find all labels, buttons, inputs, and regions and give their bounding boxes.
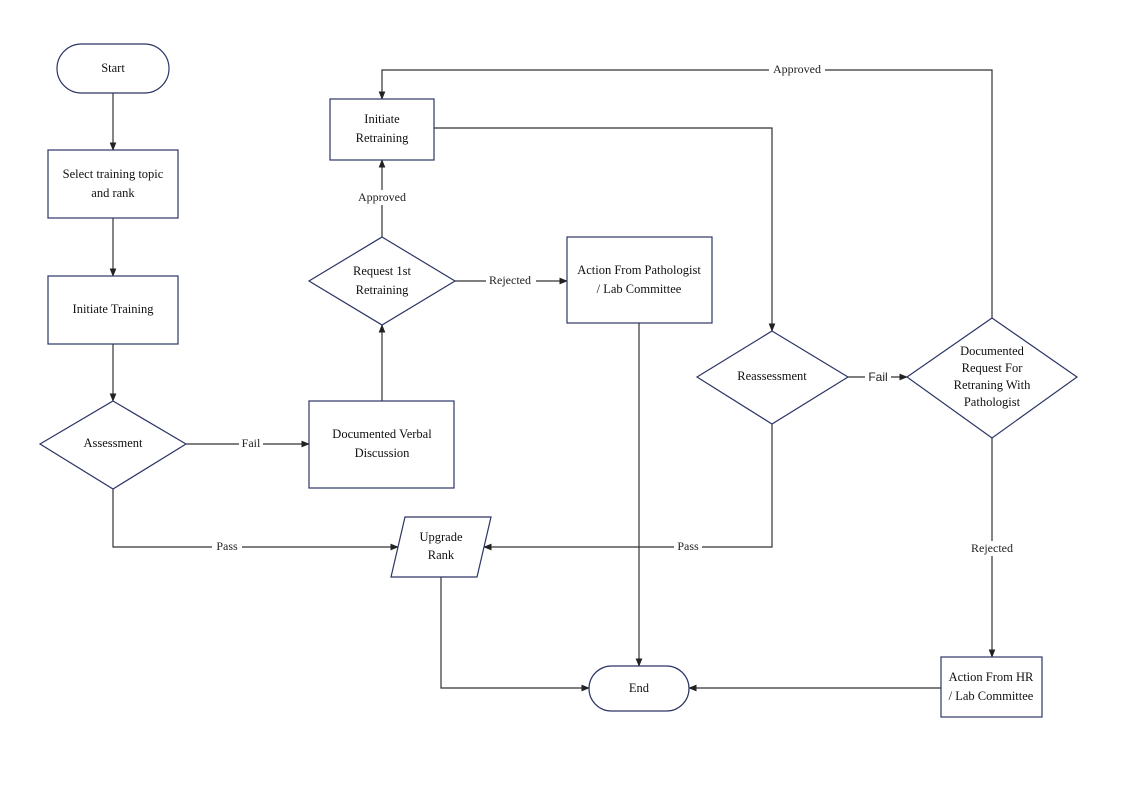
node-action-hr: Action From HR / Lab Committee	[940, 656, 1043, 718]
node-initiate-training: Initiate Training	[47, 275, 179, 345]
label-reassessment-fail: Fail	[868, 370, 887, 384]
node-label: / Lab Committee	[597, 282, 682, 296]
node-reassessment: Reassessment	[695, 330, 850, 425]
node-end: End	[588, 665, 690, 712]
node-initiate-retraining: Initiate Retraining	[329, 98, 435, 161]
node-assessment: Assessment	[38, 400, 188, 490]
node-label: Assessment	[83, 436, 143, 450]
node-label: Retraining	[356, 283, 410, 297]
node-action-pathologist: Action From Pathologist / Lab Committee	[566, 236, 713, 324]
connectors	[109, 69, 996, 692]
node-label: Start	[101, 61, 125, 75]
node-verbal-discussion: Documented Verbal Discussion	[308, 400, 455, 489]
node-label: Request 1st	[353, 264, 412, 278]
node-label: Action From HR	[949, 670, 1034, 684]
node-label: Discussion	[355, 446, 411, 460]
flowchart: Fail Pass Approved Rejected Fail Pass Ap…	[38, 43, 1079, 718]
node-label: Retraining	[356, 131, 410, 145]
node-label: Initiate Training	[73, 302, 155, 316]
label-documented-approved: Approved	[773, 62, 821, 76]
node-select-topic: Select training topic and rank	[47, 149, 179, 219]
node-documented-request: Documented Request For Retraning With Pa…	[905, 317, 1079, 439]
edge-reassessment-pass	[483, 424, 773, 551]
node-label: Request For	[962, 361, 1024, 375]
node-label: Upgrade	[419, 530, 462, 544]
node-label: / Lab Committee	[949, 689, 1034, 703]
node-label: and rank	[91, 186, 135, 200]
node-label: Retraning With	[954, 378, 1031, 392]
node-label: Reassessment	[737, 369, 807, 383]
label-documented-rejected: Rejected	[971, 541, 1013, 555]
label-reassessment-pass: Pass	[677, 539, 699, 553]
node-label: Select training topic	[63, 167, 164, 181]
label-assessment-fail: Fail	[242, 436, 261, 450]
label-assessment-pass: Pass	[216, 539, 238, 553]
edge-assessment-pass	[112, 489, 399, 551]
node-label: Initiate	[364, 112, 400, 126]
node-label: End	[629, 681, 650, 695]
node-label: Action From Pathologist	[577, 263, 701, 277]
node-start: Start	[56, 43, 170, 94]
node-label: Rank	[428, 548, 455, 562]
label-request-rejected: Rejected	[489, 273, 531, 287]
node-request-retraining: Request 1st Retraining	[307, 236, 457, 326]
node-label: Pathologist	[964, 395, 1021, 409]
label-request-approved: Approved	[358, 190, 406, 204]
node-upgrade-rank: Upgrade Rank	[390, 516, 492, 578]
node-label: Documented	[960, 344, 1025, 358]
node-label: Documented Verbal	[332, 427, 432, 441]
edge-upgrade-end	[440, 577, 590, 692]
